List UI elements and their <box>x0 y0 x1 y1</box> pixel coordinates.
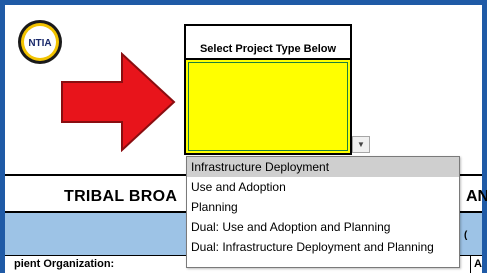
dropdown-option-use-and-adoption[interactable]: Use and Adoption <box>187 177 459 197</box>
sheet-title: TRIBAL BROA <box>64 188 178 205</box>
project-type-dropdown-button[interactable]: ▼ <box>352 136 370 153</box>
recipient-right-fragment: A <box>474 258 482 270</box>
dropdown-option-dual-use-adoption-planning[interactable]: Dual: Use and Adoption and Planning <box>187 217 459 237</box>
band-fragment: ( <box>464 230 468 241</box>
dropdown-option-infrastructure-deployment[interactable]: Infrastructure Deployment <box>187 157 459 177</box>
ntia-logo: NTIA <box>18 20 62 64</box>
recipient-cell-divider <box>470 256 471 273</box>
recipient-organization-label: pient Organization: <box>14 258 115 270</box>
sheet-frame-right <box>482 0 487 273</box>
logo-text: NTIA <box>28 38 51 49</box>
project-type-cell-selection <box>188 62 348 151</box>
project-type-cell[interactable] <box>184 58 352 155</box>
project-type-dropdown-list: Infrastructure Deployment Use and Adopti… <box>186 156 460 268</box>
dropdown-option-dual-infrastructure-planning[interactable]: Dual: Infrastructure Deployment and Plan… <box>187 237 459 257</box>
select-project-type-header: Select Project Type Below <box>184 24 352 58</box>
sheet-frame-top <box>0 0 487 5</box>
dropdown-option-planning[interactable]: Planning <box>187 197 459 217</box>
chevron-down-icon: ▼ <box>357 140 365 149</box>
arrow-right-icon <box>61 52 176 152</box>
sheet-title-fragment: AN <box>466 188 487 205</box>
